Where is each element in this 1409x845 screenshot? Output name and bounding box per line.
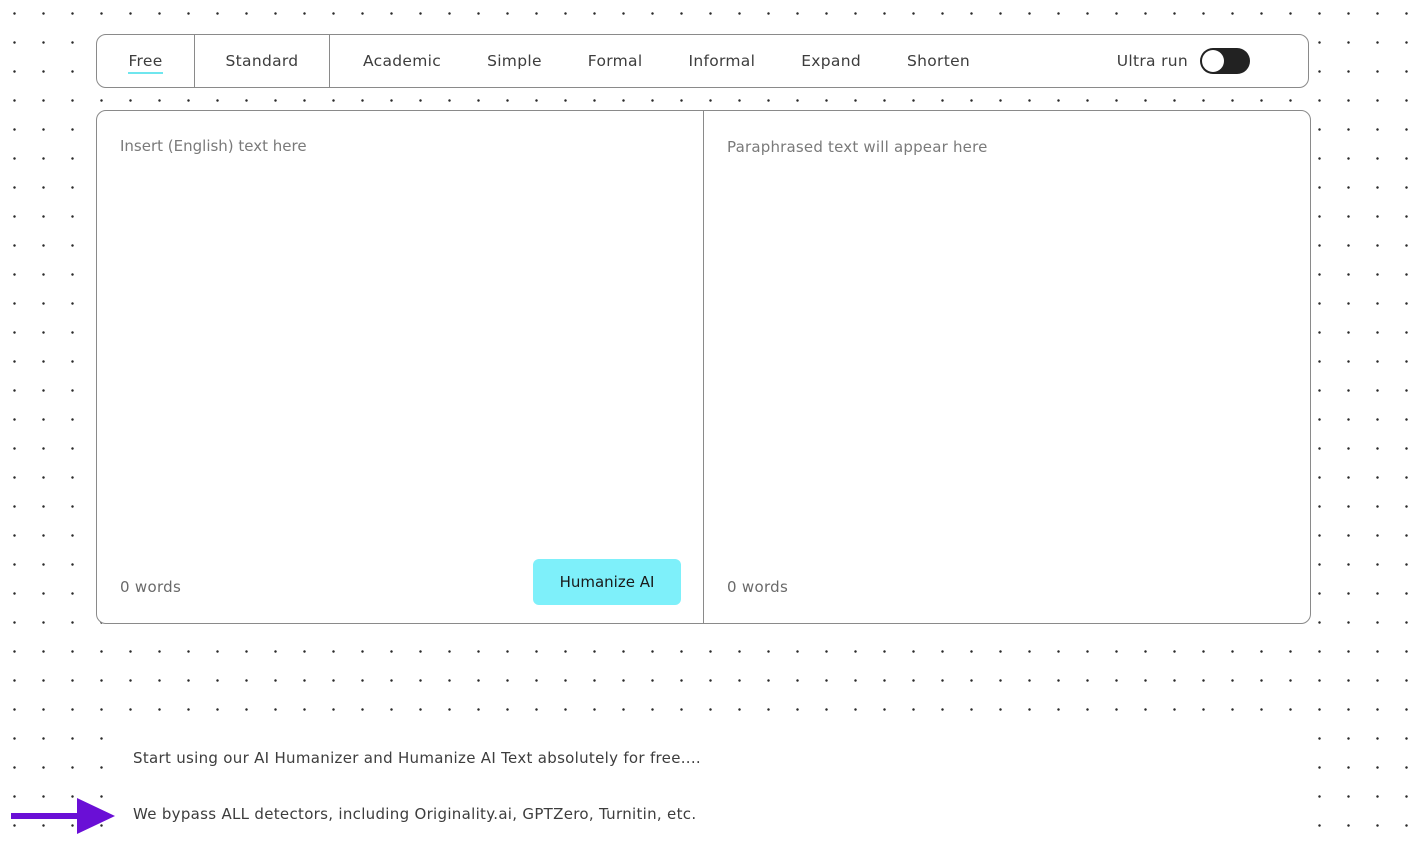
output-word-count: 0 words [727, 578, 789, 596]
tab-simple[interactable]: Simple [487, 52, 542, 70]
tab-expand[interactable]: Expand [801, 52, 861, 70]
mode-bar: Free Standard Academic Simple Formal Inf… [96, 34, 1309, 88]
mode-group: Academic Simple Formal Informal Expand S… [330, 35, 1016, 87]
tab-standard-container: Standard [195, 35, 330, 87]
toggle-knob [1202, 50, 1224, 72]
note-free-usage: Start using our AI Humanizer and Humaniz… [133, 749, 701, 767]
tab-standard[interactable]: Standard [226, 52, 299, 70]
tab-formal[interactable]: Formal [588, 52, 643, 70]
tab-shorten[interactable]: Shorten [907, 52, 970, 70]
text-input[interactable] [120, 137, 680, 537]
output-placeholder: Paraphrased text will appear here [727, 138, 988, 156]
notes-panel: Start using our AI Humanizer and Humaniz… [104, 728, 1300, 845]
humanize-button[interactable]: Humanize AI [533, 559, 681, 605]
ultra-run-label: Ultra run [1116, 52, 1188, 70]
ultra-run-toggle[interactable] [1200, 48, 1250, 74]
tab-free-container: Free [97, 35, 195, 87]
output-pane: Paraphrased text will appear here 0 word… [704, 111, 1310, 623]
tab-free[interactable]: Free [128, 52, 163, 74]
input-word-count: 0 words [120, 578, 182, 596]
arrow-right-icon [11, 798, 115, 834]
tab-academic[interactable]: Academic [363, 52, 441, 70]
ultra-run-control: Ultra run [1117, 35, 1250, 87]
tab-informal[interactable]: Informal [688, 52, 755, 70]
note-bypass-detectors: We bypass ALL detectors, including Origi… [133, 805, 697, 823]
input-pane: 0 words Humanize AI [97, 111, 704, 623]
editor: 0 words Humanize AI Paraphrased text wil… [96, 110, 1311, 624]
